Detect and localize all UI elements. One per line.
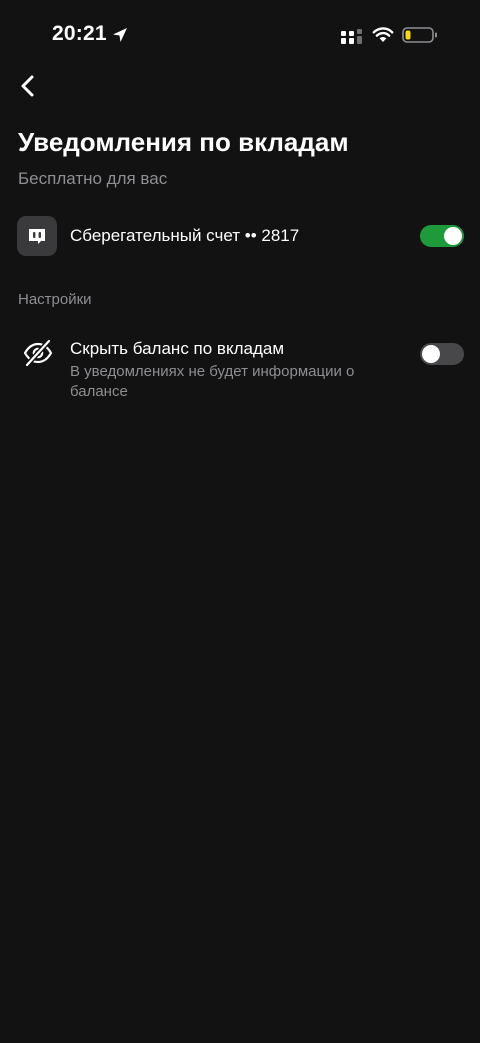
toggle-knob	[444, 227, 462, 245]
location-arrow-icon	[113, 28, 127, 42]
page-subtitle: Бесплатно для вас	[18, 169, 168, 188]
hide-balance-description: В уведомлениях не будет информации о бал…	[70, 363, 355, 400]
wifi-icon	[372, 27, 394, 42]
back-button[interactable]	[8, 66, 48, 106]
chevron-left-icon	[21, 75, 34, 97]
account-notifications-toggle[interactable]	[420, 225, 464, 247]
page-title: Уведомления по вкладам	[18, 127, 349, 157]
hide-balance-toggle[interactable]	[420, 343, 464, 365]
toggle-knob	[422, 345, 440, 363]
settings-section-header: Настройки	[18, 291, 92, 308]
cellular-signal-icon	[341, 29, 362, 44]
hide-balance-setting-row: Скрыть баланс по вкладам В уведомлениях …	[0, 334, 480, 410]
eye-off-icon	[23, 338, 53, 368]
battery-low-icon	[402, 27, 437, 43]
hide-balance-title: Скрыть баланс по вкладам	[70, 339, 285, 358]
status-time: 20:21	[52, 22, 107, 45]
account-label: Сберегательный счет •• 2817	[70, 226, 300, 245]
savings-account-icon	[17, 216, 57, 256]
status-bar: 20:21	[0, 0, 480, 70]
account-row[interactable]: Сберегательный счет •• 2817	[0, 212, 480, 260]
